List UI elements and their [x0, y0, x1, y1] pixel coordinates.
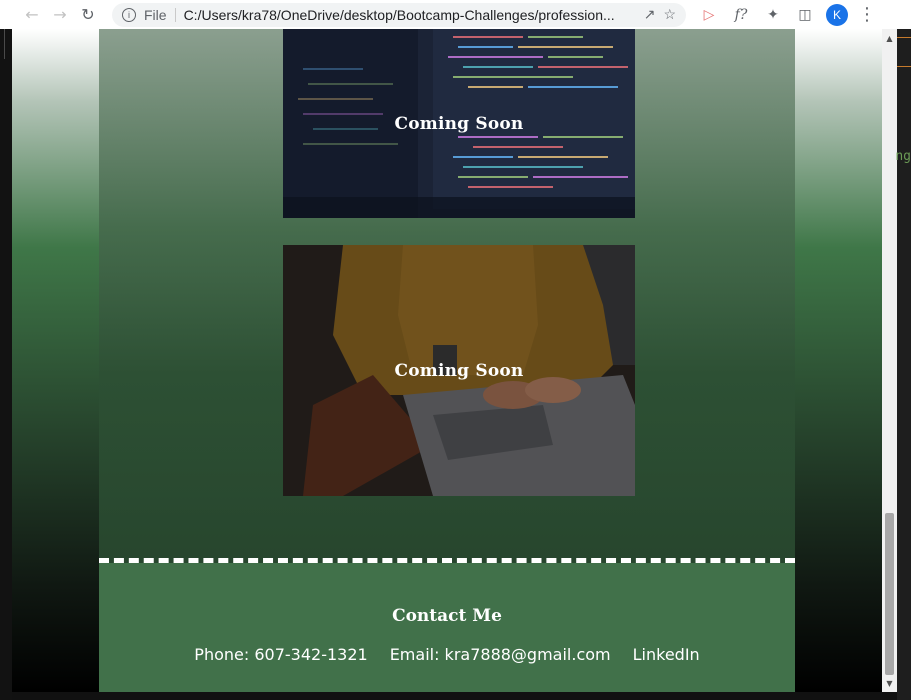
bookmark-star-icon[interactable]: ☆ [663, 6, 676, 23]
address-divider [174, 7, 176, 22]
scroll-up-arrow-icon[interactable]: ▲ [882, 31, 897, 45]
url-text[interactable]: C:/Users/kra78/OneDrive/desktop/Bootcamp… [184, 7, 636, 23]
browser-toolbar: ← → ↻ i File C:/Users/kra78/OneDrive/des… [0, 0, 911, 30]
extensions-puzzle-icon[interactable]: ✦ [762, 4, 784, 26]
vertical-scrollbar[interactable]: ▲ ▼ [882, 29, 897, 692]
reload-icon: ↻ [81, 5, 95, 24]
card-coming-soon-label: Coming Soon [394, 113, 524, 134]
arrow-right-icon: → [53, 5, 67, 24]
scroll-down-arrow-icon[interactable]: ▼ [882, 676, 897, 690]
forward-button[interactable]: → [46, 4, 74, 26]
reload-button[interactable]: ↻ [74, 4, 102, 26]
background-window-text: ng [895, 149, 911, 164]
file-scheme-label: File [144, 6, 167, 23]
extension-screencast-icon[interactable]: ▷ [698, 4, 720, 26]
contact-title: Contact Me [392, 606, 502, 626]
page-viewport: Coming Soon Coming Soon Contact Me Phone… [12, 29, 882, 692]
more-menu-icon[interactable]: ⋮ [858, 4, 876, 25]
address-bar[interactable]: i File C:/Users/kra78/OneDrive/desktop/B… [112, 2, 686, 27]
background-accent-line [897, 37, 911, 38]
side-panel-icon[interactable]: ◫ [794, 4, 816, 26]
profile-avatar[interactable]: K [826, 3, 848, 26]
background-accent-line [897, 66, 911, 67]
phone-text: Phone: 607-342-1321 [194, 645, 368, 664]
share-icon[interactable]: ↗ [644, 6, 656, 23]
back-button[interactable]: ← [18, 4, 46, 26]
arrow-left-icon: ← [25, 5, 39, 24]
scrollbar-thumb[interactable] [885, 513, 894, 675]
left-window-edge [0, 29, 12, 700]
contact-links: Phone: 607-342-1321 Email: kra7888@gmail… [99, 645, 795, 664]
email-text: Email: kra7888@gmail.com [389, 645, 611, 664]
content-container: Coming Soon Coming Soon Contact Me Phone… [99, 29, 795, 692]
bottom-window-edge [12, 692, 897, 700]
footer: Contact Me Phone: 607-342-1321 Email: kr… [99, 563, 795, 692]
project-card-1[interactable]: Coming Soon [283, 29, 635, 218]
info-icon[interactable]: i [122, 7, 136, 22]
extension-formula-icon[interactable]: f? [730, 4, 752, 26]
card-coming-soon-label: Coming Soon [394, 360, 524, 381]
linkedin-link[interactable]: LinkedIn [633, 645, 700, 664]
project-card-2[interactable]: Coming Soon [283, 245, 635, 496]
background-window-edge: ng [895, 29, 911, 700]
